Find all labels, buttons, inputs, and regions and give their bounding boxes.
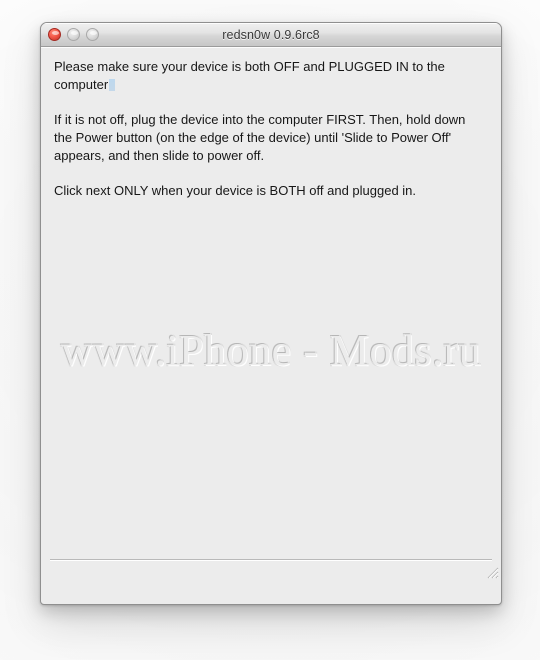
- minimize-window-icon[interactable]: [67, 28, 80, 41]
- site-watermark: www.iPhone - Mods.ru: [60, 326, 482, 375]
- window-titlebar[interactable]: redsn0w 0.9.6rc8: [41, 23, 501, 47]
- instruction-paragraph-3: Click next ONLY when your device is BOTH…: [54, 183, 417, 198]
- close-window-icon[interactable]: [48, 28, 61, 41]
- window-title: redsn0w 0.9.6rc8: [222, 27, 320, 42]
- zoom-window-icon[interactable]: [86, 28, 99, 41]
- instruction-paragraph-1: Please make sure your device is both OFF…: [54, 58, 472, 94]
- window-content: Please make sure your device is both OFF…: [41, 47, 501, 581]
- footer-divider: [50, 559, 492, 561]
- instruction-paragraph-2: If it is not off, plug the device into t…: [54, 112, 466, 163]
- resize-grip-icon[interactable]: [486, 566, 499, 579]
- traffic-light-group: [48, 28, 99, 41]
- instructions-block: Please make sure your device is both OFF…: [54, 58, 487, 200]
- application-window: redsn0w 0.9.6rc8 Please make sure your d…: [40, 22, 502, 605]
- text-caret-icon: [109, 79, 116, 91]
